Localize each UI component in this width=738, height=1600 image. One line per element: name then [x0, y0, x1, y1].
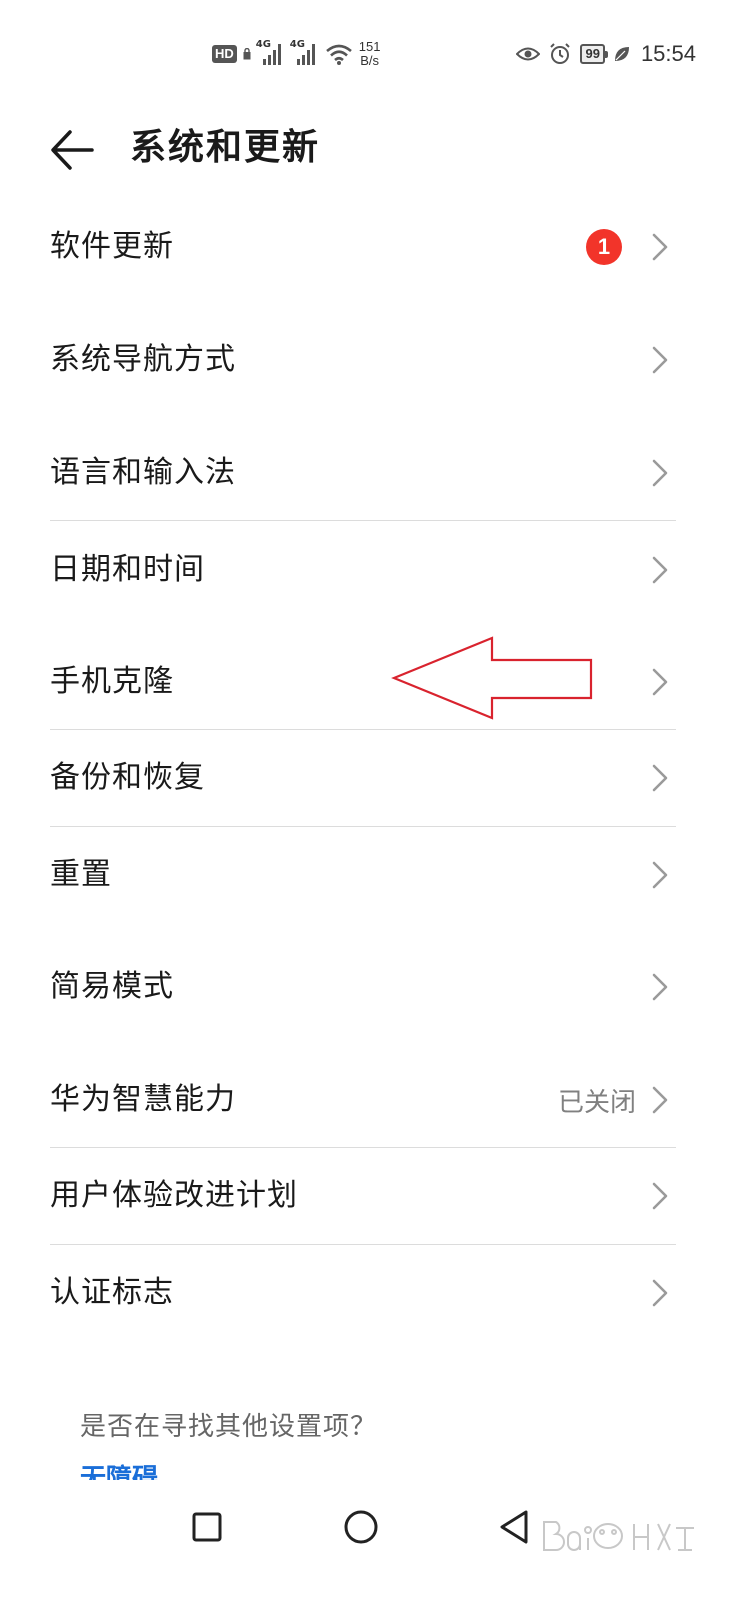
header: 系统和更新: [0, 104, 738, 200]
chevron-right-icon: [652, 1279, 668, 1307]
wifi-icon: [325, 44, 352, 65]
chevron-right-icon: [652, 1182, 668, 1210]
chevron-right-icon: [652, 861, 668, 889]
chevron-right-icon: [652, 764, 668, 792]
divider: [50, 729, 676, 730]
baidu-watermark-icon: [543, 1521, 694, 1551]
back-arrow-icon: [51, 130, 94, 170]
settings-item-label: 系统导航方式: [50, 342, 236, 377]
hd-voice-badge: HD: [212, 45, 237, 63]
settings-item-label: 备份和恢复: [50, 760, 205, 795]
home-button[interactable]: [336, 1502, 386, 1552]
sim1-signal-icon: 4G: [256, 39, 285, 67]
settings-item-reset[interactable]: 重置: [50, 855, 676, 895]
network-speed: 151 B/s: [358, 39, 381, 68]
eye-icon: [516, 47, 541, 61]
status-bar: HD 4G 4G 151 B/s 99 15:54: [0, 0, 738, 104]
chevron-right-icon: [652, 233, 668, 261]
chevron-right-icon: [652, 459, 668, 487]
status-right: 99 15:54: [516, 36, 696, 72]
accessibility-link[interactable]: 无障碍: [80, 1462, 158, 1480]
status-left: HD 4G 4G 151 B/s: [212, 36, 380, 72]
settings-item-backup-restore[interactable]: 备份和恢复: [50, 758, 676, 798]
update-count-badge: 1: [586, 229, 622, 265]
settings-item-label: 简易模式: [50, 969, 174, 1004]
divider: [50, 1147, 676, 1148]
page-title: 系统和更新: [130, 127, 321, 168]
settings-item-label: 日期和时间: [50, 552, 205, 587]
settings-item-user-experience[interactable]: 用户体验改进计划: [50, 1176, 676, 1216]
settings-item-status: 已关闭: [557, 1087, 636, 1118]
settings-item-label: 语言和输入法: [50, 455, 236, 490]
sim2-signal-icon: 4G: [290, 39, 319, 67]
back-nav-button[interactable]: [490, 1502, 540, 1552]
settings-item-software-update[interactable]: 软件更新 1: [50, 227, 676, 267]
leaf-icon: [614, 47, 629, 61]
divider: [50, 520, 676, 521]
battery-icon: 99: [580, 44, 609, 64]
search-other-settings-prompt: 是否在寻找其他设置项？: [80, 1412, 378, 1442]
settings-item-huawei-ai[interactable]: 华为智慧能力 已关闭: [50, 1080, 676, 1120]
annotation-arrow-icon: [391, 636, 593, 720]
settings-item-label: 认证标志: [50, 1275, 174, 1310]
settings-item-label: 用户体验改进计划: [50, 1178, 298, 1213]
chevron-right-icon: [652, 556, 668, 584]
settings-item-system-navigation[interactable]: 系统导航方式: [50, 340, 676, 380]
divider: [50, 1244, 676, 1245]
chevron-right-icon: [652, 973, 668, 1001]
alarm-icon: [550, 43, 571, 64]
settings-item-label: 软件更新: [50, 229, 174, 264]
settings-item-simple-mode[interactable]: 简易模式: [50, 967, 676, 1007]
settings-item-label: 重置: [50, 857, 112, 892]
lock-icon: [243, 48, 251, 60]
settings-item-date-time[interactable]: 日期和时间: [50, 550, 676, 590]
clock: 15:54: [640, 41, 696, 66]
settings-item-label: 华为智慧能力: [50, 1082, 236, 1117]
divider: [50, 826, 676, 827]
chevron-right-icon: [652, 346, 668, 374]
recent-apps-button[interactable]: [182, 1502, 232, 1552]
chevron-right-icon: [652, 1086, 668, 1114]
settings-item-certification[interactable]: 认证标志: [50, 1273, 676, 1313]
chevron-right-icon: [652, 668, 668, 696]
back-button[interactable]: [46, 122, 102, 178]
settings-item-language-input[interactable]: 语言和输入法: [50, 453, 676, 493]
